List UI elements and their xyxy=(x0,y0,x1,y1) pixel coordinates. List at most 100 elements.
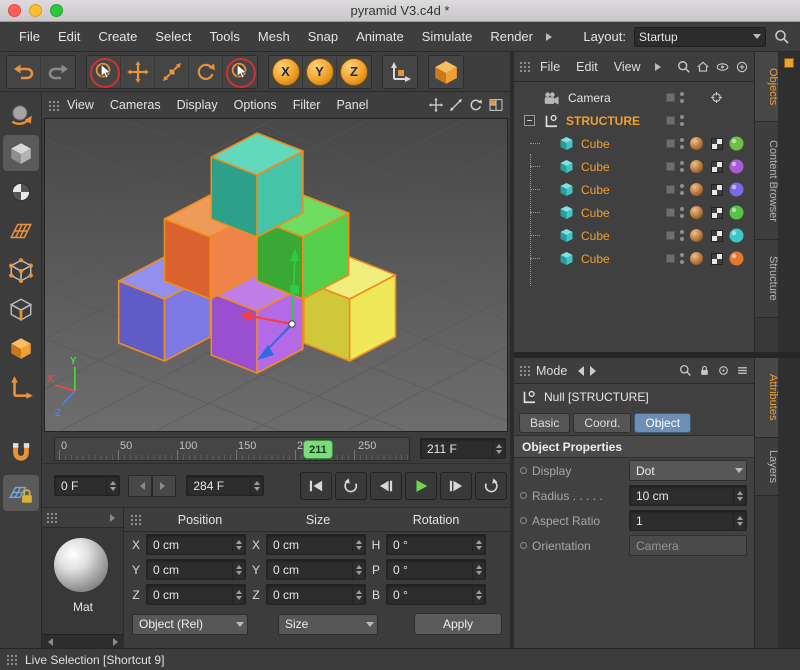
menu-simulate[interactable]: Simulate xyxy=(413,29,482,44)
menu-mesh[interactable]: Mesh xyxy=(249,29,299,44)
visibility-dots[interactable] xyxy=(680,138,684,149)
material-name[interactable]: Mat xyxy=(42,600,124,614)
visibility-dots[interactable] xyxy=(680,92,684,103)
viewport-canvas[interactable]: Y X Z xyxy=(44,118,508,432)
model-mode-button[interactable] xyxy=(3,135,39,171)
tab-object[interactable]: Object xyxy=(634,413,691,433)
z-axis-lock-button[interactable]: Z xyxy=(337,56,371,88)
menu-create[interactable]: Create xyxy=(89,29,146,44)
stepper-arrows[interactable] xyxy=(472,535,485,554)
stepper-arrows[interactable] xyxy=(352,585,365,604)
zoom-window-button[interactable] xyxy=(50,4,63,17)
nav-forward-icon[interactable] xyxy=(590,366,601,376)
end-frame-field[interactable]: 284 F xyxy=(186,475,264,496)
coordinate-system-button[interactable] xyxy=(383,56,417,88)
edge-mode-button[interactable] xyxy=(3,291,39,327)
om-home-icon[interactable] xyxy=(696,60,710,74)
panel-grip-icon[interactable] xyxy=(130,514,141,525)
rot-h-field[interactable]: 0 ° xyxy=(386,534,486,555)
radius-field[interactable]: 10 cm xyxy=(629,485,747,506)
timeline-ruler[interactable]: 0 50 100 150 200 250 211 xyxy=(54,437,410,461)
viewport-menu-filter[interactable]: Filter xyxy=(285,98,329,112)
viewport-zoom-icon[interactable] xyxy=(448,97,464,113)
texture-tag-icon[interactable] xyxy=(711,253,723,265)
live-selection-tool-button[interactable] xyxy=(87,56,121,88)
redo-button[interactable] xyxy=(41,56,75,88)
stepper-arrows[interactable] xyxy=(472,585,485,604)
lock-icon[interactable] xyxy=(698,364,711,377)
stepper-arrows[interactable] xyxy=(232,535,245,554)
tab-coord[interactable]: Coord. xyxy=(573,413,631,433)
polygon-mode-button[interactable] xyxy=(3,330,39,366)
panel-grip-icon[interactable] xyxy=(6,654,17,665)
panel-menu-icon[interactable] xyxy=(784,58,794,68)
rotate-tool-button[interactable] xyxy=(189,56,223,88)
menu-select[interactable]: Select xyxy=(146,29,200,44)
tree-row-cube-3[interactable]: Cube xyxy=(514,178,754,201)
keyframe-dot-icon[interactable] xyxy=(520,467,527,474)
start-frame-field[interactable]: 0 F xyxy=(54,475,120,496)
visibility-dots[interactable] xyxy=(680,115,684,126)
menu-file[interactable]: File xyxy=(10,29,49,44)
keyframe-dot-icon[interactable] xyxy=(520,517,527,524)
stepper-arrows[interactable] xyxy=(232,585,245,604)
layer-chip[interactable] xyxy=(666,93,675,102)
viewport-menu-options[interactable]: Options xyxy=(226,98,285,112)
tree-row-cube-2[interactable]: Cube xyxy=(514,155,754,178)
stepper-arrows[interactable] xyxy=(106,476,119,495)
apply-button[interactable]: Apply xyxy=(414,613,502,635)
material-ball[interactable] xyxy=(729,136,744,151)
pos-z-field[interactable]: 0 cm xyxy=(146,584,246,605)
menu-snap[interactable]: Snap xyxy=(299,29,347,44)
om-search-icon[interactable] xyxy=(677,60,691,74)
layer-chip[interactable] xyxy=(666,162,675,171)
move-tool-button[interactable] xyxy=(121,56,155,88)
scroll-left-icon[interactable] xyxy=(44,638,53,646)
material-ball[interactable] xyxy=(729,205,744,220)
viewport-toggle-icon[interactable] xyxy=(488,97,504,113)
texture-tag-icon[interactable] xyxy=(711,230,723,242)
add-cube-primitive-button[interactable] xyxy=(429,56,463,88)
stepper-arrows[interactable] xyxy=(232,560,245,579)
material-tag-icon[interactable] xyxy=(690,160,703,173)
tab-objects[interactable]: Objects xyxy=(755,52,779,122)
panel-menu-icon[interactable] xyxy=(110,514,119,522)
material-ball[interactable] xyxy=(729,251,744,266)
stepper-arrows[interactable] xyxy=(472,560,485,579)
material-tag-icon[interactable] xyxy=(690,183,703,196)
panel-grip-icon[interactable] xyxy=(519,365,530,376)
am-search-icon[interactable] xyxy=(679,364,692,377)
visibility-dots[interactable] xyxy=(680,207,684,218)
visibility-dots[interactable] xyxy=(680,184,684,195)
panel-grip-icon[interactable] xyxy=(48,100,59,111)
om-eye-icon[interactable] xyxy=(715,60,730,74)
enable-axis-button[interactable] xyxy=(3,369,39,405)
keyframe-dot-icon[interactable] xyxy=(520,492,527,499)
next-frame-button[interactable] xyxy=(440,472,472,500)
stepper-arrows[interactable] xyxy=(733,486,746,505)
materials-scrollbar[interactable] xyxy=(42,634,124,648)
texture-tag-icon[interactable] xyxy=(711,161,723,173)
tab-content-browser[interactable]: Content Browser xyxy=(755,122,779,240)
menu-overflow-icon[interactable] xyxy=(546,33,556,41)
om-menu-edit[interactable]: Edit xyxy=(570,60,604,74)
goto-start-button[interactable] xyxy=(300,472,332,500)
tab-layers[interactable]: Layers xyxy=(755,438,779,496)
frame-forward-button[interactable] xyxy=(152,475,176,497)
texture-tag-icon[interactable] xyxy=(711,138,723,150)
aspect-ratio-field[interactable]: 1 xyxy=(629,510,747,531)
undo-button[interactable] xyxy=(7,56,41,88)
pos-x-field[interactable]: 0 cm xyxy=(146,534,246,555)
y-axis-lock-button[interactable]: Y xyxy=(303,56,337,88)
goto-end-button[interactable] xyxy=(475,472,507,500)
play-button[interactable] xyxy=(405,472,437,500)
pos-y-field[interactable]: 0 cm xyxy=(146,559,246,580)
menu-edit[interactable]: Edit xyxy=(49,29,89,44)
tree-row-cube-5[interactable]: Cube xyxy=(514,224,754,247)
am-mode-menu[interactable]: Mode xyxy=(536,364,567,378)
rot-p-field[interactable]: 0 ° xyxy=(386,559,486,580)
viewport-menu-panel[interactable]: Panel xyxy=(328,98,376,112)
stepper-arrows[interactable] xyxy=(352,560,365,579)
tab-attributes[interactable]: Attributes xyxy=(755,358,779,438)
make-editable-button[interactable] xyxy=(3,96,39,132)
